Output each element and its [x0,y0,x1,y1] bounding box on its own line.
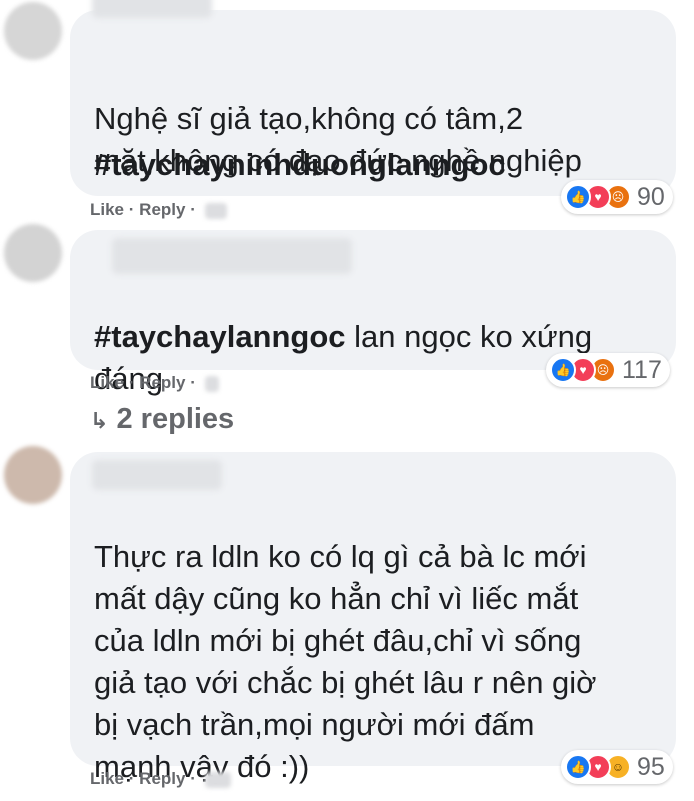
reactions-summary[interactable]: 👍 ♥ ☺ 95 [561,750,673,784]
timestamp-blurred [204,375,219,392]
hashtag-link[interactable]: #taychayninhduonglanngoc [94,144,506,186]
author-name-blurred[interactable] [112,238,352,274]
like-button[interactable]: Like [90,373,124,392]
reaction-count: 95 [637,752,665,781]
hashtag-link[interactable]: #taychaylanngoc [94,319,346,354]
like-icon: 👍 [550,357,576,383]
separator: · [128,200,135,219]
reply-button[interactable]: Reply [139,769,185,788]
avatar[interactable] [4,224,62,282]
separator: · [128,373,135,392]
reaction-count: 90 [637,182,665,211]
replies-label: 2 replies [116,403,235,435]
comment-actions: Like · Reply · [90,373,219,393]
reactions-summary[interactable]: 👍 ♥ ☹ 90 [561,180,673,214]
comment-actions: Like · Reply · [90,769,231,789]
avatar[interactable] [4,2,62,60]
like-icon: 👍 [565,754,591,780]
timestamp-blurred [204,771,231,788]
avatar[interactable] [4,446,62,504]
author-name-blurred[interactable] [92,0,212,18]
reply-button[interactable]: Reply [139,200,185,219]
author-name-blurred[interactable] [92,460,222,490]
like-icon: 👍 [565,184,591,210]
timestamp-blurred [204,202,227,219]
reply-arrow-icon: ↳ [90,408,109,433]
reactions-summary[interactable]: 👍 ♥ ☹ 117 [546,353,670,387]
separator: · [190,200,196,219]
like-button[interactable]: Like [90,769,124,788]
separator: · [128,769,135,788]
comment-actions: Like · Reply · [90,200,227,220]
like-button[interactable]: Like [90,200,124,219]
separator: · [190,373,196,392]
view-replies-link[interactable]: ↳ 2 replies [90,403,234,436]
reaction-count: 117 [622,355,662,384]
comment-text: Thực ra ldln ko có lq gì cả bà lc mới mấ… [94,494,597,788]
comment-body: Thực ra ldln ko có lq gì cả bà lc mới mấ… [94,539,597,784]
separator: · [190,769,196,788]
reply-button[interactable]: Reply [139,373,185,392]
